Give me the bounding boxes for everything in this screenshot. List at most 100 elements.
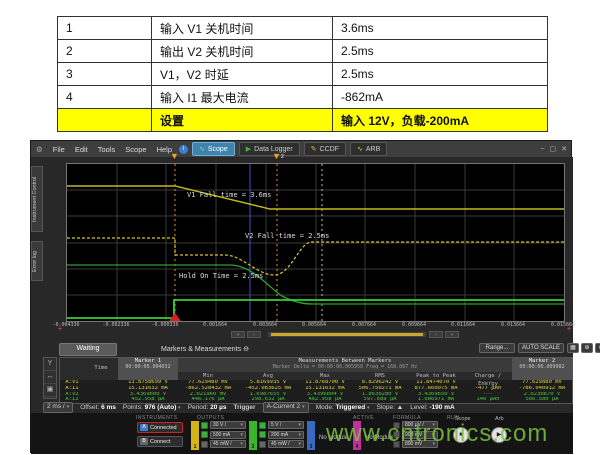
waveform-plot[interactable]: V1 Fall time = 3.6ms V2 Fall time = 2.5m… [66, 163, 565, 322]
panel-title-text: Markers & Measurements [161, 346, 241, 353]
marker2-header[interactable]: Marker 2 00:00:00.009982 [512, 358, 572, 380]
marker1-time: 00:00:00.004032 [118, 365, 178, 371]
tab-arb[interactable]: ∿ ARB [350, 142, 387, 156]
scope-body: Instrument Control Error log ▼ ▼ 2 V1▸ I… [31, 157, 573, 454]
tab-label: ARB [366, 146, 380, 153]
tab-data-logger[interactable]: ▶ Data Logger [239, 142, 300, 156]
annotation-v1-fall: V1 Fall time = 3.6ms [187, 191, 271, 199]
output-toggle-icon[interactable] [259, 431, 266, 438]
menu-tools[interactable]: Tools [98, 145, 116, 154]
period-label: Period: [188, 404, 209, 411]
zoom-out-icon[interactable]: ⊖ [595, 343, 600, 353]
table-row: 2 输出 V2 关机时间 2.5ms [58, 40, 548, 63]
instrument-b-connect-button[interactable]: B Connect [137, 436, 183, 447]
chevron-down-icon: ▾ [178, 405, 181, 411]
output-toggle-icon[interactable] [259, 441, 266, 448]
arb-wave-icon: ∿ [357, 145, 363, 153]
zoom-in-icon[interactable]: ⊕ [581, 343, 593, 353]
scrollbar-track[interactable] [267, 331, 427, 338]
points-value[interactable]: 976 (Auto) [145, 404, 177, 411]
pan-right-marker-icon[interactable]: + [567, 326, 571, 333]
table-row-highlighted: 设置 输入 12V，负载-200mA [58, 109, 548, 132]
row-value: -862mA [333, 86, 548, 109]
channel2-current-dropdown[interactable]: 200 mA▾ [268, 431, 304, 439]
scroll-far-left-button[interactable]: « [231, 331, 245, 338]
scope-wave-icon: ∿ [199, 145, 205, 153]
instrument-a-label: Connected [150, 425, 177, 431]
row-label: 设置 [152, 109, 333, 132]
trigger-source-dropdown[interactable]: A-Current 2 ▾ [263, 402, 309, 413]
instrument-b-chip: B [140, 438, 148, 445]
instrument-a-connected-button[interactable]: A Connected [137, 422, 183, 433]
time-tick: 0.013664 [495, 322, 531, 328]
menu-edit[interactable]: Edit [75, 145, 88, 154]
trigger-label: Trigger [234, 404, 256, 411]
value: 45 mW / [213, 441, 232, 447]
output-toggle-icon[interactable] [201, 422, 208, 429]
channel1-settings: 30 V /▾ 500 mA▾ 45 mW /▾ [201, 421, 246, 448]
slope-icon: ▲ [397, 404, 403, 411]
channel2-color-bar: 2 [249, 421, 257, 450]
span-tool-icon[interactable]: ↔ [44, 371, 56, 384]
marker1-header[interactable]: Marker 1 00:00:00.004032 [118, 358, 178, 380]
period-value: 20 µs [210, 404, 226, 411]
level-value: -190 mA [429, 404, 454, 411]
scroll-right-button[interactable]: › [429, 331, 443, 338]
maximize-icon[interactable]: ▢ [550, 145, 557, 153]
sidetab-instrument-control[interactable]: Instrument Control [31, 166, 43, 232]
marker1-handle-icon[interactable]: ▼ [170, 152, 179, 161]
chevron-down-icon: ▾ [367, 405, 370, 411]
channel1-voltage-dropdown[interactable]: 30 V /▾ [210, 421, 246, 429]
autoscale-button[interactable]: AUTO SCALE [518, 343, 564, 353]
points-label: Points: [123, 404, 143, 411]
pencil-icon: ✎ [311, 145, 317, 153]
info-icon[interactable]: i [179, 145, 188, 154]
menu-file[interactable]: File [53, 145, 65, 154]
markers-measurements-title: Markers & Measurements ⊖ [161, 345, 249, 353]
channel1-power-dropdown[interactable]: 45 mW /▾ [210, 440, 246, 448]
menu-scope[interactable]: Scope [125, 145, 146, 154]
scrollbar-thumb[interactable] [271, 333, 423, 336]
period-group: Period: 20 µs [188, 404, 227, 411]
channel3-color-bar: 3 [307, 421, 315, 450]
checkbox-tool-icon[interactable]: ▣ [44, 384, 56, 397]
waveform-svg: V1 Fall time = 3.6ms V2 Fall time = 2.5m… [67, 164, 564, 321]
scroll-far-right-button[interactable]: » [445, 331, 459, 338]
time-tick: -0.002336 [98, 322, 134, 328]
output-toggle-icon[interactable] [201, 431, 208, 438]
marker2-handle-icon[interactable]: ▼ 2 [272, 152, 281, 161]
minimize-icon[interactable]: – [541, 145, 545, 153]
tab-scope[interactable]: ∿ Scope [192, 142, 235, 156]
gear-icon[interactable]: ⚙ [36, 145, 43, 154]
level-group[interactable]: Level: -190 mA [410, 404, 454, 411]
tab-ccdf[interactable]: ✎ CCDF [304, 142, 346, 156]
offset-group: Offset: 6 ms [80, 404, 116, 411]
scale-settings-icon[interactable]: ▦ [567, 343, 579, 353]
row-label: V1，V2 时延 [152, 63, 333, 86]
mode-group[interactable]: Mode: Triggered ▾ [316, 404, 370, 411]
pan-left-marker-icon[interactable]: + [58, 326, 62, 333]
output-toggle-icon[interactable] [259, 422, 266, 429]
channel2-power-dropdown[interactable]: 45 mW /▾ [268, 440, 304, 448]
sidetab-error-log[interactable]: Error log [31, 241, 43, 281]
section-instruments: INSTRUMENTS [136, 415, 178, 421]
output-toggle-icon[interactable] [201, 441, 208, 448]
tab-label: CCDF [320, 146, 339, 153]
collapse-icon[interactable]: ⊖ [243, 346, 249, 353]
range-button[interactable]: Range... [479, 343, 515, 353]
timebase-scale-dropdown[interactable]: 2 ms / ▾ [43, 402, 73, 413]
channel2-voltage-dropdown[interactable]: 5 V /▾ [268, 421, 304, 429]
scroll-left-button[interactable]: ‹ [247, 331, 261, 338]
time-tick: 0.011664 [445, 322, 481, 328]
slope-group[interactable]: Slope: ▲ [377, 404, 404, 411]
close-icon[interactable]: ✕ [561, 145, 567, 153]
points-group: Points: 976 (Auto) ▾ [123, 404, 181, 411]
marker-tool-icon[interactable]: Y [44, 358, 56, 371]
offset-value[interactable]: 6 ms [101, 404, 116, 411]
window-controls: – ▢ ✕ [541, 145, 567, 153]
time-tick: -0.004336 [48, 322, 84, 328]
channel1-current-dropdown[interactable]: 500 mA▾ [210, 431, 246, 439]
timebase-scale-value: 2 ms / [47, 403, 65, 411]
col-max-header: Max [298, 372, 352, 380]
trigger-marker-icon [169, 313, 181, 321]
